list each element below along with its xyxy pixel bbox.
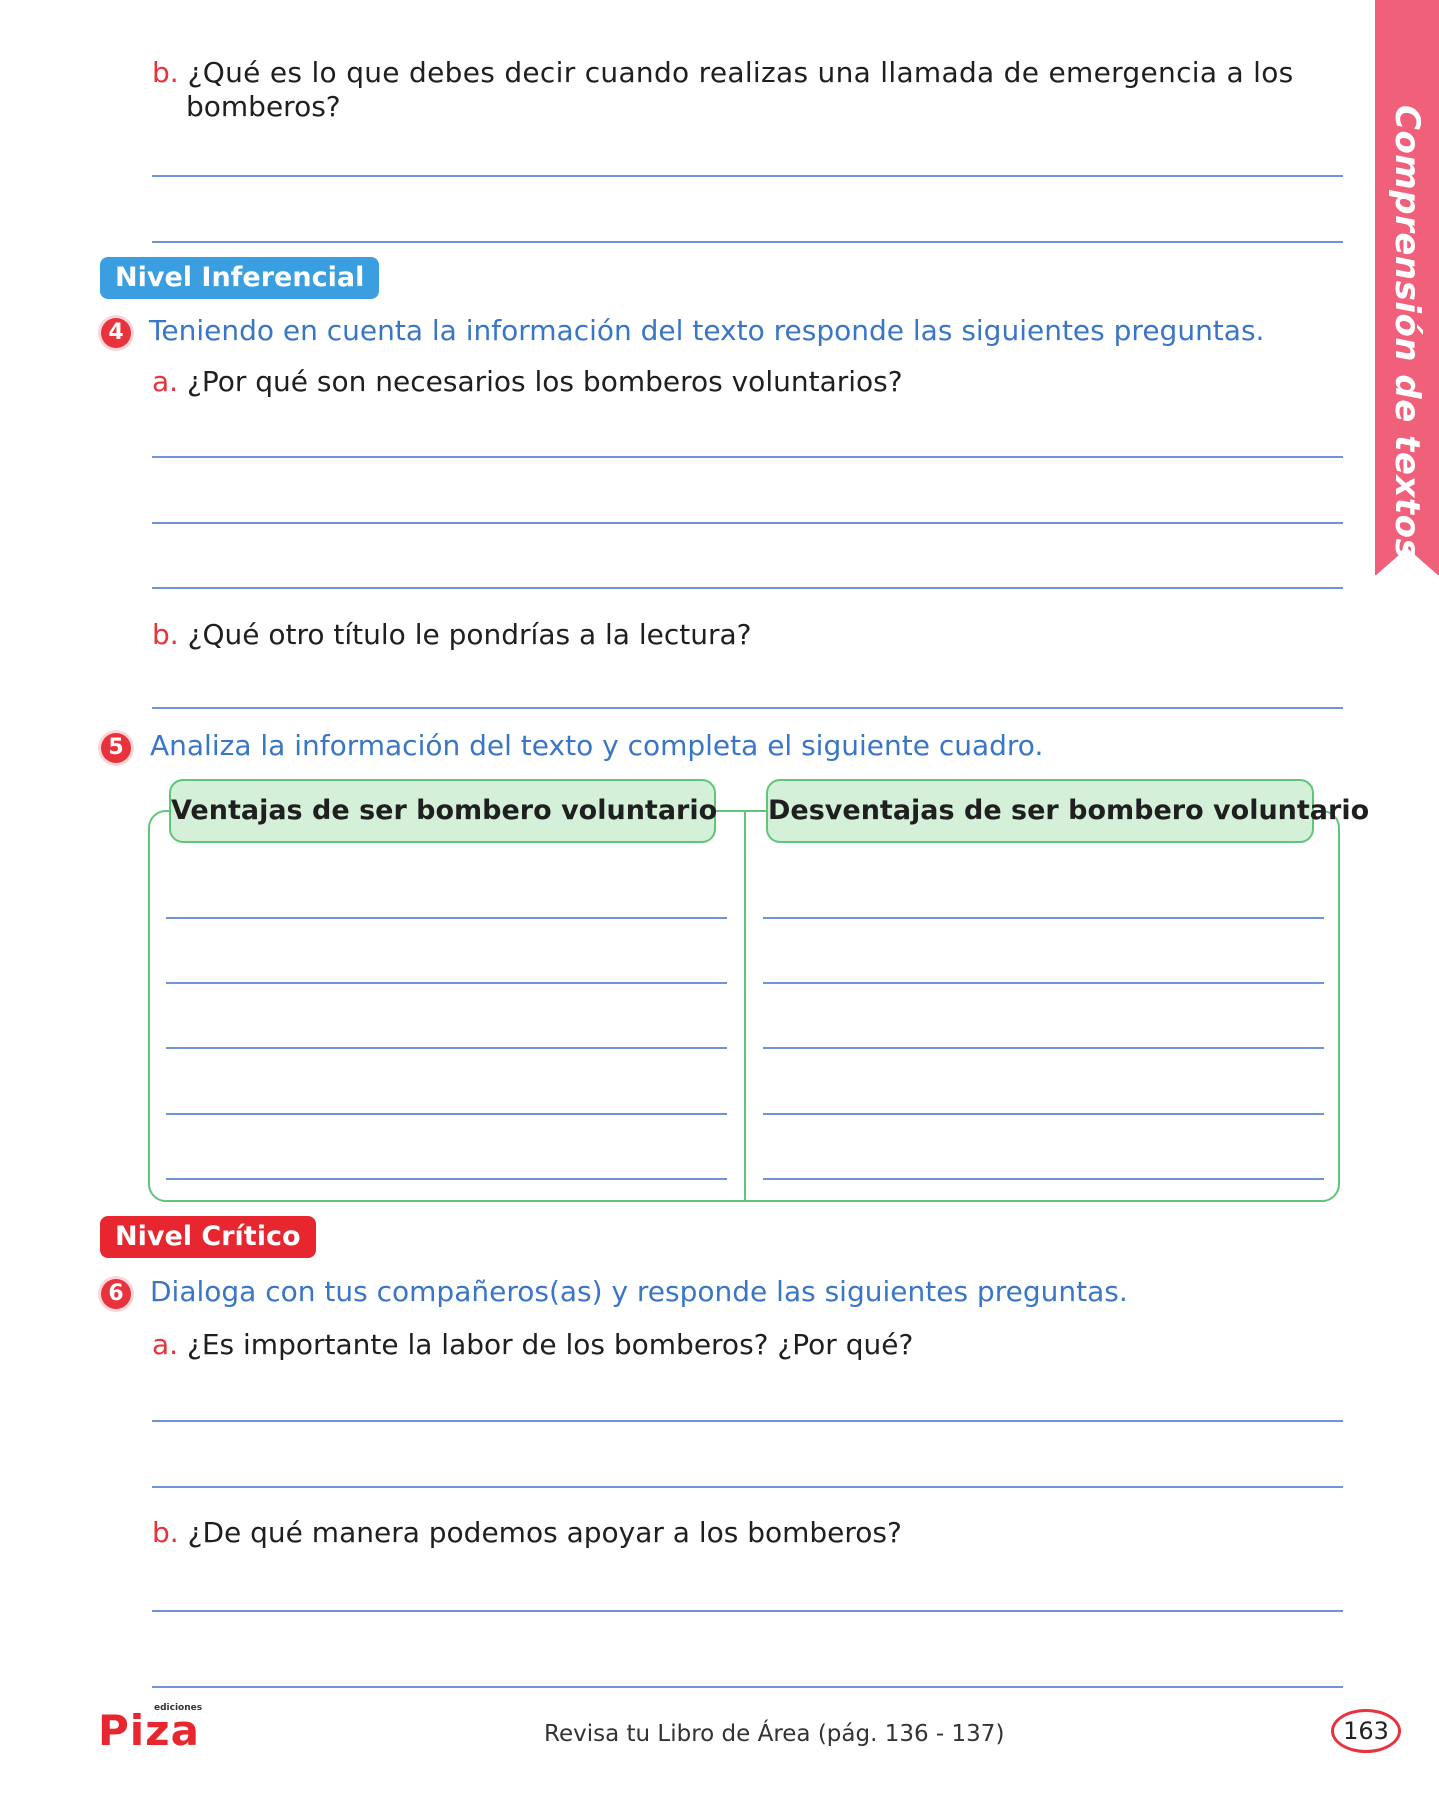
question-letter: a. xyxy=(152,365,179,398)
question-letter: b. xyxy=(152,618,179,651)
answer-line[interactable] xyxy=(152,707,1343,709)
question-4a: a. ¿Por qué son necesarios los bomberos … xyxy=(152,365,903,399)
table-answer-line[interactable] xyxy=(763,1178,1324,1180)
question-letter: b. xyxy=(152,1516,179,1549)
col-header-ventajas: Ventajas de ser bombero voluntario xyxy=(169,779,717,843)
question-4b: b. ¿Qué otro título le pondrías a la lec… xyxy=(152,618,752,652)
page-number: 163 xyxy=(1331,1709,1401,1753)
table-answer-line[interactable] xyxy=(763,982,1324,984)
question-text: ¿De qué manera podemos apoyar a los bomb… xyxy=(187,1516,902,1549)
question-letter: a. xyxy=(152,1328,179,1361)
question-number-badge: 4 xyxy=(101,318,131,348)
level-inferencial-pill: Nivel Inferencial xyxy=(100,257,380,299)
answer-line[interactable] xyxy=(152,1610,1343,1612)
question-6b: b. ¿De qué manera podemos apoyar a los b… xyxy=(152,1516,902,1550)
table-answer-line[interactable] xyxy=(763,1047,1324,1049)
question-number-badge: 6 xyxy=(101,1279,131,1309)
question-text: ¿Qué otro título le pondrías a la lectur… xyxy=(187,618,752,651)
table-answer-line[interactable] xyxy=(166,1178,727,1180)
answer-line[interactable] xyxy=(152,522,1343,524)
table-answer-line[interactable] xyxy=(166,917,727,919)
question-text: ¿Es importante la labor de los bomberos?… xyxy=(186,1328,914,1361)
table-answer-line[interactable] xyxy=(166,982,727,984)
answer-line[interactable] xyxy=(152,1686,1343,1688)
side-tab-label: Comprensión de textos xyxy=(1387,105,1427,560)
question-6-instruction: Dialoga con tus compañeros(as) y respond… xyxy=(150,1275,1128,1308)
col-header-desventajas: Desventajas de ser bombero voluntario xyxy=(766,779,1369,843)
logo-wordmark: Piza xyxy=(98,1706,200,1755)
question-text-line1: ¿Qué es lo que debes decir cuando realiz… xyxy=(187,56,1294,89)
table-answer-line[interactable] xyxy=(763,1113,1324,1115)
question-5-instruction: Analiza la información del texto y compl… xyxy=(150,729,1044,762)
table-answer-line[interactable] xyxy=(166,1047,727,1049)
question-number-badge: 5 xyxy=(101,733,131,763)
level-critico-pill: Nivel Crítico xyxy=(100,1216,316,1258)
question-3b: b. ¿Qué es lo que debes decir cuando rea… xyxy=(152,56,1338,90)
answer-line[interactable] xyxy=(152,1420,1343,1422)
question-text-line2: bomberos? xyxy=(186,90,341,123)
question-4-instruction: Teniendo en cuenta la información del te… xyxy=(149,314,1265,347)
footer-note: Revisa tu Libro de Área (pág. 136 - 137) xyxy=(544,1721,1005,1747)
table-answer-line[interactable] xyxy=(166,1113,727,1115)
answer-line[interactable] xyxy=(152,1486,1343,1488)
publisher-logo: ediciones Piza xyxy=(98,1703,208,1753)
answer-line[interactable] xyxy=(152,587,1343,589)
answer-line[interactable] xyxy=(152,175,1343,177)
question-6a: a. ¿Es importante la labor de los bomber… xyxy=(152,1328,913,1362)
question-letter: b. xyxy=(152,56,179,89)
answer-line[interactable] xyxy=(152,456,1343,458)
table-answer-line[interactable] xyxy=(763,917,1324,919)
question-text: ¿Por qué son necesarios los bomberos vol… xyxy=(186,365,903,398)
table-divider xyxy=(744,812,746,1202)
answer-line[interactable] xyxy=(152,241,1343,243)
